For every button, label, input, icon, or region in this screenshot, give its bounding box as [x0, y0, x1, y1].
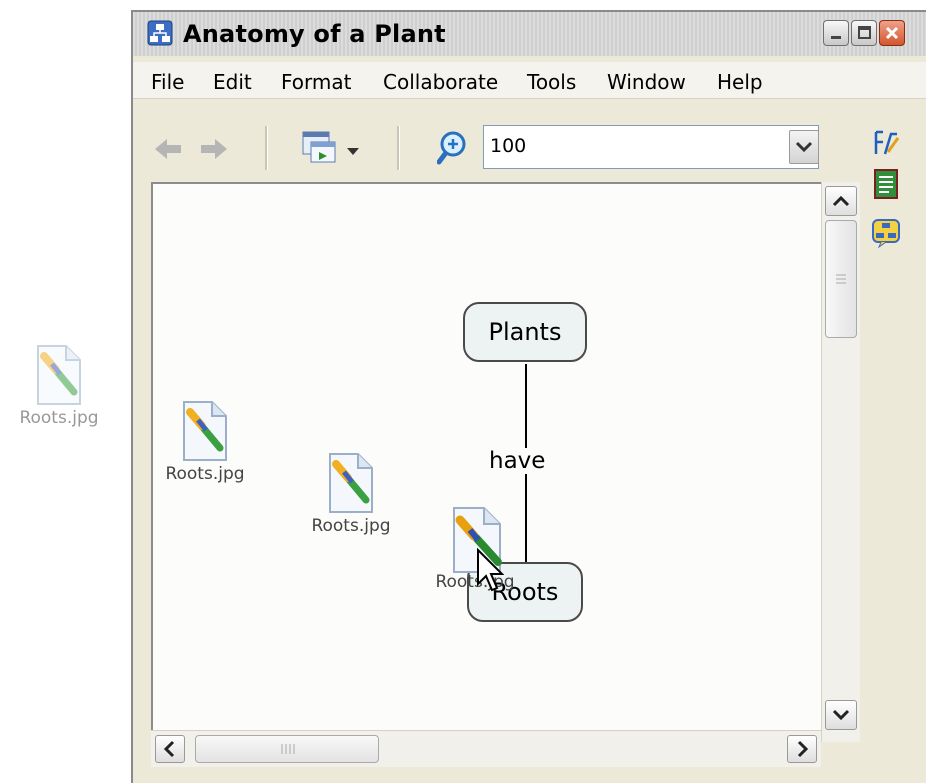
- back-button[interactable]: [153, 136, 183, 162]
- scroll-up-button[interactable]: [825, 186, 857, 216]
- zoom-combobox[interactable]: [483, 125, 819, 169]
- image-file-icon: [326, 452, 376, 514]
- menu-help[interactable]: Help: [717, 70, 763, 94]
- view-window-icon: [302, 131, 359, 163]
- arrow-cursor-icon: [477, 547, 505, 592]
- toolbar-separator: [397, 126, 400, 170]
- menu-format[interactable]: Format: [281, 70, 351, 94]
- chevron-down-icon: [795, 141, 813, 153]
- menu-file[interactable]: File: [151, 70, 184, 94]
- menu-edit[interactable]: Edit: [213, 70, 252, 94]
- zoom-icon: [436, 131, 466, 165]
- dragged-file-2[interactable]: Roots.jpg: [296, 452, 406, 536]
- dropdown-arrow-icon: [347, 148, 359, 155]
- app-window: Anatomy of a Plant File Edit Format Coll…: [131, 10, 926, 783]
- forward-button[interactable]: [199, 136, 229, 162]
- styles-icon: [874, 130, 900, 155]
- dragged-file-3[interactable]: Roots.jpg: [420, 506, 530, 592]
- chevron-up-icon: [832, 195, 850, 207]
- outline-button[interactable]: [871, 168, 911, 218]
- chevron-right-icon: [797, 740, 809, 758]
- grip-icon: [836, 274, 846, 284]
- chevron-down-icon: [832, 709, 850, 721]
- file-label: Roots.jpg: [19, 408, 99, 428]
- cmap-app-icon: [147, 20, 173, 46]
- image-file-icon: [34, 344, 84, 406]
- back-arrow-icon: [155, 139, 181, 159]
- scroll-down-button[interactable]: [825, 700, 857, 730]
- title-bar[interactable]: Anatomy of a Plant: [133, 12, 926, 56]
- styles-button[interactable]: [871, 128, 911, 168]
- cmap-view-icon: [872, 219, 900, 249]
- menu-collaborate[interactable]: Collaborate: [383, 70, 498, 94]
- view-button[interactable]: [297, 128, 367, 168]
- zoom-input[interactable]: [490, 135, 780, 157]
- menu-window[interactable]: Window: [607, 70, 686, 94]
- vertical-scroll-thumb[interactable]: [825, 220, 857, 338]
- mouse-cursor: [476, 547, 505, 596]
- image-file-icon: [180, 400, 230, 462]
- forward-arrow-icon: [201, 139, 227, 159]
- window-title: Anatomy of a Plant: [183, 20, 446, 48]
- dragged-file-outside[interactable]: Roots.jpg: [4, 344, 114, 428]
- cmap-view-button[interactable]: [871, 218, 911, 258]
- close-button[interactable]: [879, 20, 905, 46]
- toolbar-separator: [265, 126, 268, 170]
- dragged-file-1[interactable]: Roots.jpg: [150, 400, 260, 484]
- minimize-icon: [831, 36, 841, 39]
- zoom-dropdown-button[interactable]: [789, 130, 819, 164]
- close-icon: [885, 26, 899, 40]
- menu-bar: File Edit Format Collaborate Tools Windo…: [133, 62, 926, 99]
- horizontal-scrollbar[interactable]: [151, 730, 821, 767]
- maximize-icon: [858, 26, 871, 39]
- outline-icon: [874, 169, 898, 199]
- chevron-left-icon: [163, 740, 175, 758]
- vertical-scrollbar[interactable]: [821, 182, 860, 742]
- grip-icon: [281, 744, 295, 754]
- scroll-left-button[interactable]: [155, 735, 185, 763]
- scroll-right-button[interactable]: [787, 735, 817, 763]
- side-toolbar: [871, 128, 911, 258]
- file-label: Roots.jpg: [165, 464, 245, 484]
- zoom-button[interactable]: [436, 130, 473, 166]
- file-label: Roots.jpg: [311, 516, 391, 536]
- concept-plants[interactable]: Plants: [463, 302, 587, 362]
- menu-tools[interactable]: Tools: [527, 70, 576, 94]
- maximize-button[interactable]: [851, 20, 877, 46]
- link-phrase[interactable]: have: [487, 448, 548, 474]
- horizontal-scroll-thumb[interactable]: [195, 735, 379, 763]
- minimize-button[interactable]: [823, 20, 849, 46]
